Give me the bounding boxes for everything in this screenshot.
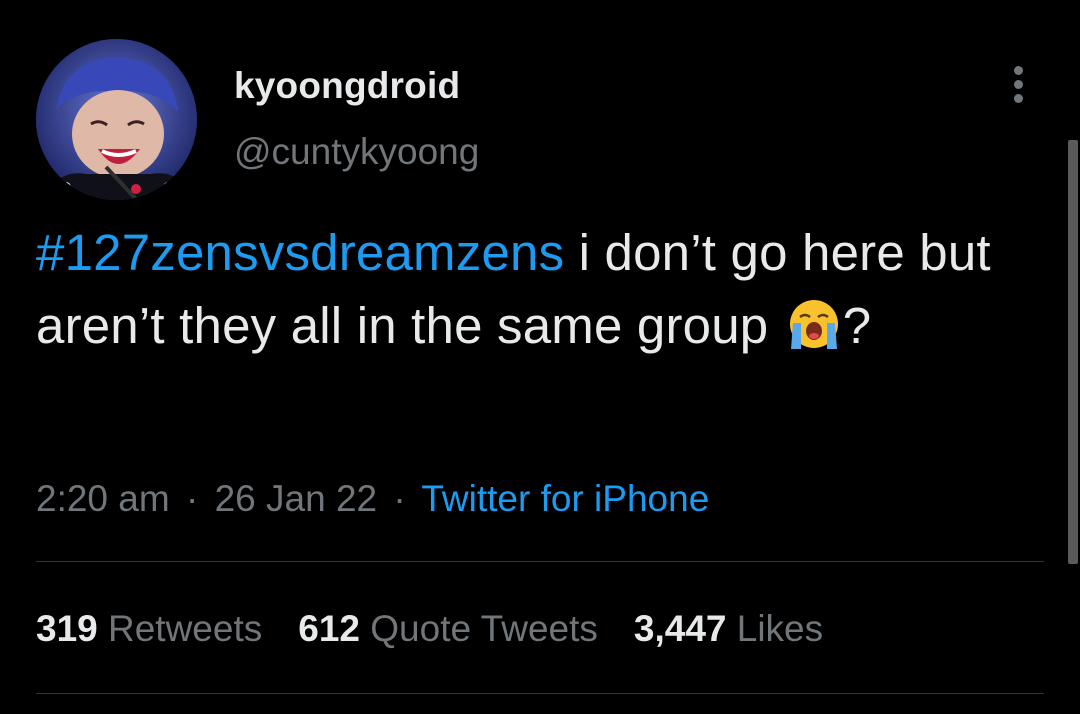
- tweet-time[interactable]: 2:20 am: [36, 478, 170, 519]
- quote-tweets-label: Quote Tweets: [359, 608, 598, 649]
- tweet-text: #127zensvsdreamzens i don’t go here but …: [36, 216, 1026, 362]
- profile-photo-icon: [36, 39, 197, 200]
- likes-label: Likes: [726, 608, 824, 649]
- user-handle[interactable]: @cuntykyoong: [234, 128, 479, 176]
- quote-tweets-count: 612: [298, 608, 360, 649]
- hashtag-link[interactable]: #127zensvsdreamzens: [36, 224, 564, 281]
- tweet-date[interactable]: 26 Jan 22: [215, 478, 378, 519]
- meta-separator: ·: [393, 478, 406, 519]
- tweet-meta: 2:20 am · 26 Jan 22 · Twitter for iPhone: [36, 474, 709, 524]
- quote-tweets-stat[interactable]: 612 Quote Tweets: [298, 604, 598, 654]
- retweets-count: 319: [36, 608, 98, 649]
- more-options-button[interactable]: [1000, 62, 1040, 106]
- more-vertical-icon-dot: [1014, 80, 1023, 89]
- scrollbar[interactable]: [1068, 140, 1078, 564]
- avatar[interactable]: [36, 39, 197, 200]
- likes-count: 3,447: [633, 608, 727, 649]
- divider: [36, 561, 1044, 562]
- tweet-text-part: ?: [842, 297, 872, 354]
- retweets-stat[interactable]: 319 Retweets: [36, 604, 262, 654]
- divider: [36, 693, 1044, 694]
- tweet-detail: kyoongdroid @cuntykyoong #127zensvsdream…: [0, 0, 1080, 714]
- more-vertical-icon: [1014, 66, 1023, 75]
- tweet-source-link[interactable]: Twitter for iPhone: [421, 478, 709, 519]
- display-name[interactable]: kyoongdroid: [234, 62, 460, 110]
- tweet-stats: 319 Retweets 612 Quote Tweets 3,447 Likes: [36, 604, 859, 654]
- meta-separator: ·: [185, 478, 199, 519]
- retweets-label: Retweets: [97, 608, 263, 649]
- more-vertical-icon-dot: [1014, 94, 1023, 103]
- loudly-crying-face-emoji-icon: [787, 297, 841, 351]
- likes-stat[interactable]: 3,447 Likes: [634, 604, 823, 654]
